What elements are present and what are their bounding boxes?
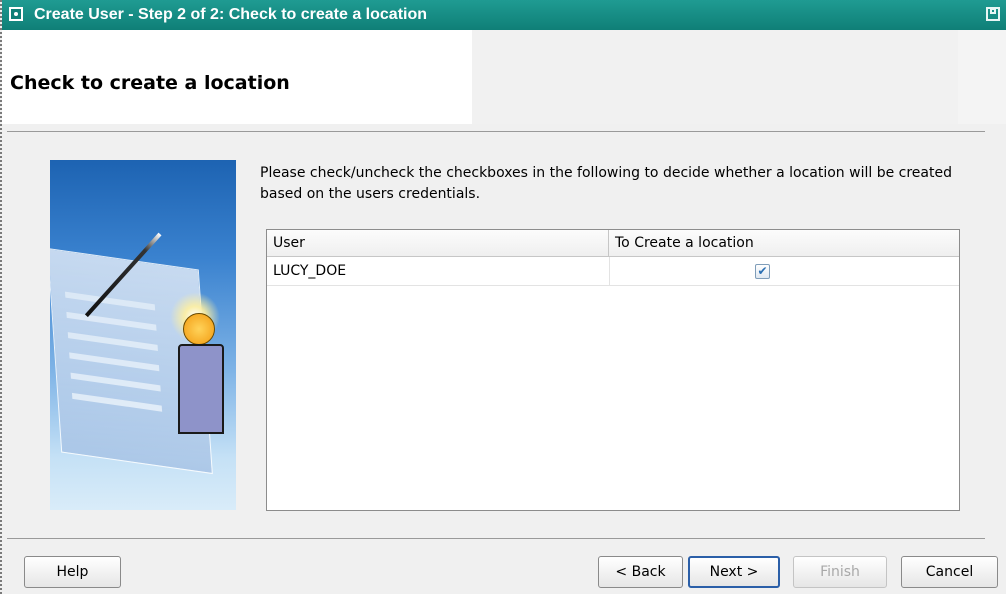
next-button[interactable]: Next > xyxy=(688,556,780,588)
finish-button[interactable]: Finish xyxy=(793,556,887,588)
column-header-user[interactable]: User xyxy=(267,230,609,257)
illustration-line xyxy=(64,291,156,311)
header-banner xyxy=(472,30,958,124)
instructions-text: Please check/uncheck the checkboxes in t… xyxy=(260,165,952,202)
illustration-line xyxy=(71,392,163,412)
wizard-window: Create User - Step 2 of 2: Check to crea… xyxy=(0,0,1006,594)
cancel-button[interactable]: Cancel xyxy=(901,556,998,588)
person-body-icon xyxy=(178,344,224,434)
help-button[interactable]: Help xyxy=(24,556,121,588)
wizard-illustration xyxy=(50,160,236,510)
illustration-line xyxy=(66,311,157,331)
wizard-header: Check to create a location xyxy=(2,30,1006,124)
header-divider xyxy=(7,131,985,132)
illustration-line xyxy=(69,352,160,372)
illustration-line xyxy=(70,372,161,392)
window-menu-icon[interactable] xyxy=(9,7,23,21)
window-title: Create User - Step 2 of 2: Check to crea… xyxy=(34,6,428,23)
back-button[interactable]: < Back xyxy=(598,556,683,588)
user-location-table[interactable]: User To Create a location LUCY_DOE ✔ xyxy=(266,229,960,511)
create-location-checkbox[interactable]: ✔ xyxy=(755,264,770,279)
table-row[interactable]: LUCY_DOE ✔ xyxy=(267,257,959,286)
cell-divider xyxy=(609,257,610,285)
maximize-icon[interactable] xyxy=(986,7,1000,21)
column-header-create-location[interactable]: To Create a location xyxy=(609,230,959,257)
user-cell: LUCY_DOE xyxy=(273,263,347,279)
footer-divider xyxy=(7,538,985,539)
title-bar[interactable]: Create User - Step 2 of 2: Check to crea… xyxy=(2,0,1006,30)
person-head-icon xyxy=(183,313,215,345)
page-title: Check to create a location xyxy=(10,72,290,94)
illustration-line xyxy=(67,332,158,351)
